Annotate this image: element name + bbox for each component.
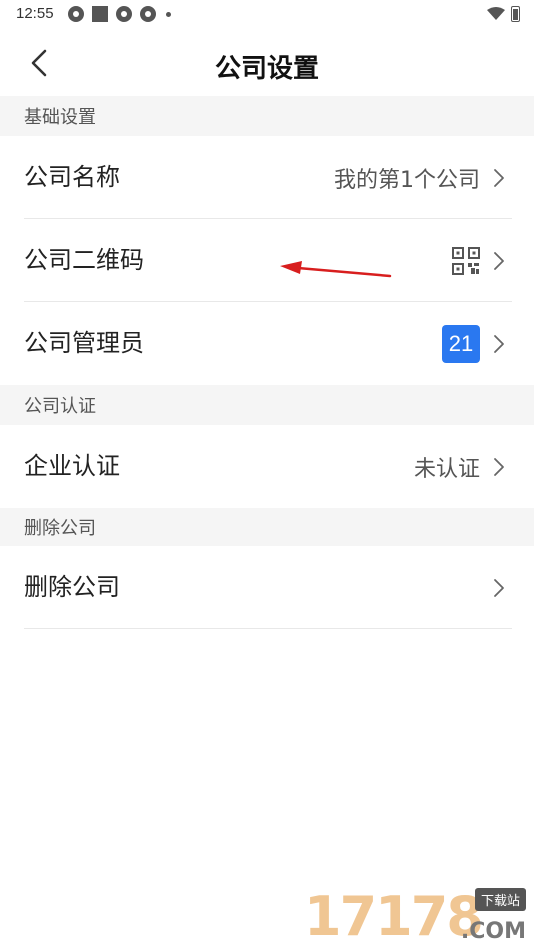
watermark-tag: 下载站 — [474, 888, 526, 911]
chevron-right-icon — [494, 578, 504, 597]
company-qrcode-label: 公司二维码 — [24, 246, 144, 274]
annotation-arrow-icon — [280, 261, 392, 278]
page-title: 公司设置 — [214, 54, 319, 84]
enterprise-cert-row[interactable]: 企业认证 未认证 — [0, 425, 534, 508]
company-name-label: 公司名称 — [24, 163, 120, 191]
watermark-logo: 17178 下载站 .COM — [304, 885, 530, 948]
company-name-row[interactable]: 公司名称 我的第1个公司 — [0, 136, 534, 219]
watermark-number: 17178 — [304, 885, 484, 948]
app-notification-icon — [140, 6, 156, 22]
chevron-right-icon — [494, 168, 504, 187]
status-bar: 12:55 — [0, 0, 534, 30]
enterprise-cert-label: 企业认证 — [24, 452, 120, 480]
notification-icons — [68, 6, 171, 22]
chevron-right-icon — [494, 457, 504, 476]
image-notification-icon — [92, 6, 108, 22]
app-header: 公司设置 — [0, 30, 534, 96]
status-time: 12:55 — [16, 5, 54, 22]
delete-company-label: 删除公司 — [24, 573, 120, 601]
chevron-right-icon — [494, 334, 504, 353]
enterprise-cert-status: 未认证 — [413, 456, 480, 482]
system-icons — [487, 6, 520, 22]
app-notification-icon — [68, 6, 84, 22]
wifi-icon — [487, 7, 505, 20]
section-header-basic: 基础设置 — [0, 96, 534, 136]
section-header-certification: 公司认证 — [0, 385, 534, 425]
app-notification-icon — [116, 6, 132, 22]
battery-icon — [511, 6, 520, 22]
admin-count-badge: 21 — [442, 324, 480, 363]
divider — [24, 628, 512, 629]
company-admins-row[interactable]: 公司管理员 21 — [0, 302, 534, 385]
chevron-right-icon — [494, 251, 504, 270]
watermark-suffix: .COM — [460, 919, 526, 944]
more-notifications-icon — [166, 11, 171, 17]
company-name-value: 我的第1个公司 — [334, 167, 480, 193]
company-admins-label: 公司管理员 — [24, 329, 144, 357]
delete-company-row[interactable]: 删除公司 — [0, 546, 534, 629]
section-header-delete: 删除公司 — [0, 508, 534, 546]
company-qrcode-row[interactable]: 公司二维码 — [0, 219, 534, 302]
qr-code-icon — [452, 246, 480, 275]
